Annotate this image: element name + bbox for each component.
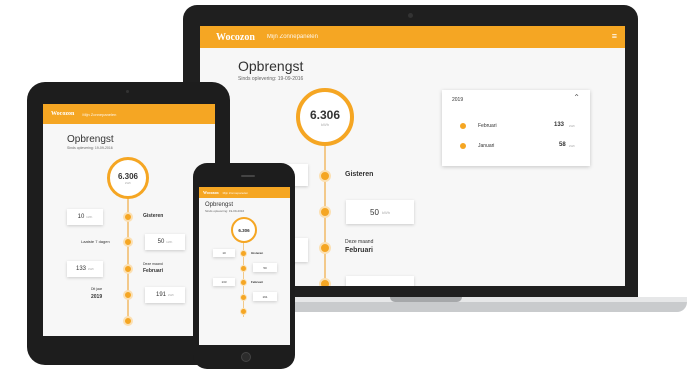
tablet-label-month-name: Februari — [143, 268, 164, 274]
year-panel-month-1: Februari — [478, 123, 497, 129]
tablet-label-7days: Laatste 7 dagen — [81, 239, 110, 244]
laptop-card-7days: 50 kWh — [346, 200, 414, 224]
tablet-menu-title[interactable]: Mijn Zonnepanelen — [82, 112, 116, 117]
laptop-7days-unit: kWh — [381, 209, 390, 215]
year-panel-dot-1 — [460, 123, 466, 129]
year-panel-unit-2: kWh — [569, 144, 575, 148]
year-panel-value-2: 58 — [559, 142, 566, 148]
phone-year-value: 191 — [262, 294, 268, 299]
tablet-label-month: Deze maand — [143, 262, 163, 266]
laptop-total-circle: 6.306 kWh — [296, 88, 354, 146]
laptop-app-bar: Wocozon Mijn Zonnepanelen ≡ — [200, 26, 625, 48]
phone-label-yesterday: Gisteren — [251, 251, 264, 255]
tablet-dot-4 — [123, 290, 133, 300]
tablet-label-yesterday: Gisteren — [143, 213, 164, 219]
tablet-dot-5 — [123, 316, 133, 326]
tablet-dot-2 — [123, 237, 133, 247]
phone-total-circle: 6.306 — [231, 217, 257, 243]
tablet-page-subtitle: Sinds oplevering: 19-09-2016 — [67, 146, 113, 150]
year-panel-month-2: Januari — [478, 143, 495, 149]
phone-card-year: 191 — [253, 292, 277, 301]
phone-page-title: Opbrengst — [205, 202, 234, 208]
year-panel-dot-2 — [460, 143, 466, 149]
tablet-dot-1 — [123, 212, 133, 222]
phone-app-bar: Wocozon Mijn Zonnepanelen — [199, 187, 290, 198]
laptop-dot-2 — [319, 206, 331, 218]
device-mockup-stage: Wocozon Mijn Zonnepanelen ≡ Opbrengst Si… — [0, 0, 699, 380]
laptop-dot-4 — [319, 278, 331, 286]
phone-label-month-name: Februari — [251, 280, 264, 284]
laptop-label-month-name: Februari — [345, 247, 374, 254]
phone-dot-1 — [240, 250, 247, 257]
laptop-7days-value: 50 — [370, 207, 379, 217]
tablet-card-year: 191 kWh — [145, 287, 185, 303]
tablet-card-yesterday: 10 kWh — [67, 209, 103, 225]
phone-menu-title[interactable]: Mijn Zonnepanelen — [223, 191, 249, 195]
tablet-card-month: 133 kWh — [67, 261, 103, 277]
hamburger-icon[interactable]: ≡ — [612, 31, 617, 41]
phone-card-month: 133 — [213, 278, 235, 286]
laptop-label-month: Deze maand — [345, 239, 374, 245]
tablet-7days-value: 50 — [157, 239, 165, 245]
year-panel-value-1: 133 — [554, 122, 565, 128]
laptop-logo[interactable]: Wocozon — [216, 32, 255, 43]
phone-month-value: 133 — [221, 280, 227, 284]
phone-home-button[interactable] — [241, 352, 251, 362]
phone-7days-value: 50 — [263, 265, 267, 270]
laptop-dot-3 — [319, 242, 331, 254]
laptop-dot-1 — [319, 170, 331, 182]
tablet-app-bar: Wocozon Mijn Zonnepanelen — [43, 104, 215, 124]
tablet-yesterday-unit: kWh — [86, 215, 93, 219]
tablet-dot-3 — [123, 264, 133, 274]
laptop-page-title: Opbrengst — [238, 58, 304, 74]
phone-logo[interactable]: Wocozon — [203, 190, 219, 195]
laptop-year-panel[interactable]: 2019 ⌃ Februari 133 kWh Januari 58 kWh — [442, 90, 590, 166]
phone-timeline-line — [243, 237, 244, 317]
phone-dot-4 — [240, 294, 247, 301]
laptop-camera — [408, 13, 413, 18]
tablet-7days-unit: kWh — [166, 240, 173, 244]
tablet-page-title: Opbrengst — [67, 134, 114, 145]
phone-total-value: 6.306 — [238, 227, 250, 233]
tablet-year-value: 191 — [155, 292, 166, 298]
laptop-label-yesterday: Gisteren — [345, 171, 374, 178]
tablet-screen: Wocozon Mijn Zonnepanelen Opbrengst Sind… — [43, 104, 215, 336]
tablet-card-7days: 50 kWh — [145, 234, 185, 250]
laptop-total-value: 6.306 — [309, 107, 341, 122]
phone-card-7days: 50 — [253, 263, 277, 272]
laptop-total-unit: kWh — [321, 121, 329, 127]
phone-card-yesterday: 10 — [213, 249, 235, 257]
phone-page-subtitle: Sinds oplevering: 19-09-2016 — [205, 209, 245, 213]
tablet-month-unit: kWh — [88, 267, 94, 271]
tablet-logo[interactable]: Wocozon — [51, 111, 74, 117]
phone-dot-3 — [240, 279, 247, 286]
year-panel-year: 2019 — [452, 97, 464, 103]
tablet-camera — [126, 90, 129, 93]
year-panel-unit-1: kWh — [569, 124, 575, 128]
tablet-month-value: 133 — [75, 266, 86, 272]
phone-yesterday-value: 10 — [222, 251, 226, 255]
tablet-total-circle: 6.306 kWh — [107, 157, 149, 199]
laptop-notch — [390, 297, 462, 302]
chevron-up-icon[interactable]: ⌃ — [573, 93, 580, 102]
tablet-total-value: 6.306 — [117, 171, 139, 181]
laptop-card-year — [346, 276, 414, 286]
phone-screen: Wocozon Mijn Zonnepanelen Opbrengst Sind… — [199, 187, 290, 345]
tablet-label-year: Dit jaar — [91, 287, 103, 291]
phone-speaker — [241, 175, 255, 177]
tablet-total-unit: kWh — [125, 180, 131, 185]
phone-dot-5 — [240, 308, 247, 315]
phone-dot-2 — [240, 265, 247, 272]
tablet-year-unit: kWh — [168, 293, 174, 297]
laptop-page-subtitle: Sinds oplevering: 19-09-2016 — [238, 76, 304, 82]
tablet-yesterday-value: 10 — [77, 214, 85, 220]
laptop-menu-title[interactable]: Mijn Zonnepanelen — [267, 34, 318, 40]
tablet-label-year-value: 2019 — [91, 294, 103, 300]
